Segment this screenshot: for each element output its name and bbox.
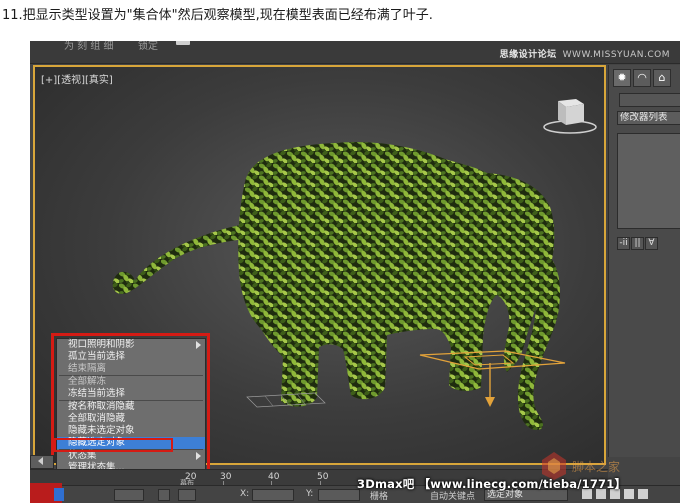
go-to-end-icon[interactable] bbox=[638, 489, 648, 499]
quad-menu-item[interactable]: 全部取消隐藏 bbox=[57, 413, 205, 425]
submenu-arrow-icon bbox=[196, 452, 201, 460]
quad-menu-item[interactable]: 隐藏选定对象 bbox=[57, 437, 205, 449]
status-field[interactable] bbox=[178, 489, 196, 501]
y-coord-label: Y: bbox=[306, 489, 314, 499]
y-coord-field[interactable] bbox=[318, 489, 360, 501]
quad-menu-item[interactable]: 全部解冻 bbox=[57, 376, 205, 388]
show-end-result-button[interactable]: || bbox=[631, 237, 644, 250]
logo-text: 脚本之家 bbox=[572, 459, 620, 474]
status-blue-marker bbox=[54, 488, 64, 501]
command-panel: ✹ ◠ ⌂ 修改器列表 -ii || ∀ bbox=[608, 65, 680, 457]
submenu-arrow-icon bbox=[196, 341, 201, 349]
lock-selection-button[interactable] bbox=[158, 489, 170, 501]
time-slider-left-arrow-icon[interactable] bbox=[38, 457, 43, 465]
quad-menu-item[interactable]: 冻结当前选择 bbox=[57, 388, 205, 400]
quad-menu-item[interactable]: 状态集 bbox=[57, 450, 205, 462]
toolbar-icon[interactable] bbox=[176, 41, 190, 45]
site-watermark-top: 思缘设计论坛 WWW.MISSYUAN.COM bbox=[499, 50, 670, 60]
modifier-stack[interactable] bbox=[617, 133, 680, 229]
quad-menu-item[interactable]: 结束隔离 bbox=[57, 363, 205, 375]
faded-lock-text: 锁定 bbox=[138, 41, 158, 52]
tick-label: 50 bbox=[317, 472, 329, 482]
hierarchy-tab-icon[interactable]: ⌂ bbox=[653, 69, 671, 87]
status-field[interactable] bbox=[114, 489, 144, 501]
faded-menu-text: 为 刻 组 细 bbox=[64, 41, 114, 52]
quad-menu-item[interactable]: 孤立当前选择 bbox=[57, 351, 205, 363]
modifier-list-dropdown[interactable]: 修改器列表 bbox=[617, 111, 680, 125]
step-caption: 11.把显示类型设置为"集合体"然后观察模型,现在模型表面已经布满了叶子. bbox=[2, 8, 433, 23]
x-coord-field[interactable] bbox=[252, 489, 294, 501]
top-toolbar: 为 刻 组 细 锁定 思缘设计论坛 WWW.MISSYUAN.COM bbox=[30, 41, 680, 64]
make-unique-button[interactable]: ∀ bbox=[645, 237, 658, 250]
quad-menu-item[interactable]: 按名称取消隐藏 bbox=[57, 401, 205, 413]
tick-label: 40 bbox=[268, 472, 280, 482]
quad-menu-item[interactable]: 视口照明和阴影 bbox=[57, 339, 205, 351]
create-tab-icon[interactable]: ✹ bbox=[613, 69, 631, 87]
scatter-plane-gizmo bbox=[419, 350, 566, 407]
pin-stack-button[interactable]: -ii bbox=[617, 237, 630, 250]
modify-tab-icon[interactable]: ◠ bbox=[633, 69, 651, 87]
quad-menu-item[interactable]: 隐藏未选定对象 bbox=[57, 425, 205, 437]
site-watermark-bottom: 3Dmax吧 【www.linecg.com/tieba/1771】 bbox=[357, 477, 627, 491]
tick-label: 30 bbox=[220, 472, 232, 482]
quad-menu: 视口照明和阴影 孤立当前选择 结束隔离 全部解冻 冻结当前选择 按名称取消隐藏 全部取消隐藏… bbox=[56, 338, 206, 475]
stack-tools: -ii || ∀ bbox=[617, 237, 680, 251]
x-coord-label: X: bbox=[240, 489, 250, 499]
object-name-field[interactable] bbox=[619, 93, 680, 107]
